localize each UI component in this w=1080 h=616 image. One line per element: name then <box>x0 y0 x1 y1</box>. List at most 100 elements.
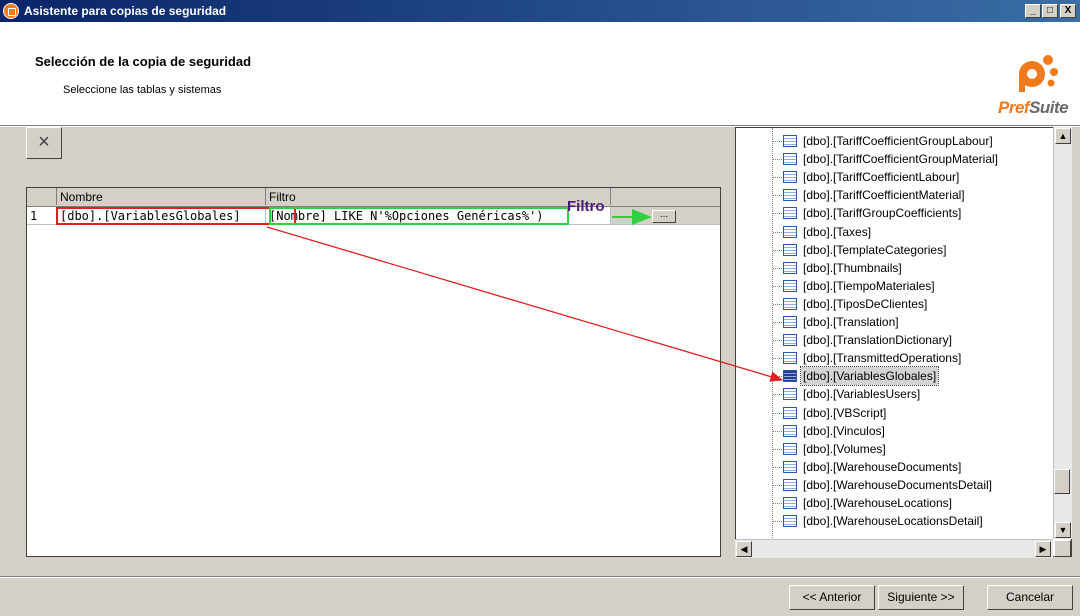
window-title: Asistente para copias de seguridad <box>24 4 227 18</box>
scroll-up-icon[interactable]: ▲ <box>1055 128 1071 144</box>
tree-connector <box>773 267 782 269</box>
tree-item-label: [dbo].[TariffGroupCoefficients] <box>803 206 962 221</box>
table-icon <box>783 334 797 347</box>
tree-connector <box>773 285 782 287</box>
table-icon <box>783 352 797 365</box>
prefsuite-logo: PrefSuite <box>998 52 1078 122</box>
cancel-button[interactable]: Cancelar <box>987 585 1073 610</box>
next-button[interactable]: Siguiente >> <box>878 585 964 610</box>
tree-item-label: [dbo].[TariffCoefficientLabour] <box>803 170 960 185</box>
table-icon <box>783 316 797 328</box>
tree-item-label: [dbo].[WarehouseLocationsDetail] <box>803 514 983 529</box>
tree-connector <box>773 376 782 378</box>
prefsuite-logo-text: PrefSuite <box>998 98 1069 117</box>
table-icon <box>783 497 797 509</box>
close-button[interactable]: X <box>1060 4 1076 18</box>
tree-item-label: [dbo].[VariablesGlobales] <box>799 366 940 387</box>
tree-item-label: [dbo].[VBScript] <box>803 405 887 420</box>
scroll-left-icon[interactable]: ◀ <box>736 541 752 557</box>
tree-connector <box>773 466 782 468</box>
tree-item-label: [dbo].[Thumbnails] <box>803 260 902 275</box>
footer-divider <box>0 576 1080 578</box>
delete-button[interactable]: × <box>26 127 62 159</box>
table-row[interactable]: 1 [dbo].[VariablesGlobales] [Nombre] LIK… <box>27 207 720 225</box>
tree-item-label: [dbo].[TranslationDictionary] <box>803 333 952 348</box>
tree-item-label: [dbo].[TiempoMateriales] <box>803 278 935 293</box>
filtro-annotation: Filtro <box>567 198 605 215</box>
filter-edit-button[interactable]: ... <box>652 210 676 223</box>
table-icon <box>783 279 797 292</box>
tree-item-label: [dbo].[TariffCoefficientGroupMaterial] <box>803 152 998 167</box>
prefsuite-logo-mark-icon <box>1019 55 1058 92</box>
table-icon <box>783 515 797 528</box>
scrollbar-thumb[interactable] <box>1054 469 1070 494</box>
tree-item-label: [dbo].[Taxes] <box>803 224 872 239</box>
tree-item-label: [dbo].[TemplateCategories] <box>803 242 947 257</box>
page-title: Selección de la copia de seguridad <box>35 54 252 69</box>
tree-item-label: [dbo].[Vinculos] <box>803 423 885 438</box>
tree-item-label: [dbo].[TariffCoefficientGroupLabour] <box>803 134 993 148</box>
tree-connector <box>773 448 782 450</box>
tree-connector <box>773 394 782 396</box>
tree-connector <box>773 358 782 360</box>
tree-connector <box>773 412 782 414</box>
tree-connector <box>773 213 782 215</box>
table-icon <box>783 171 797 184</box>
title-bar: Asistente para copias de seguridad _ □ X <box>0 0 1080 22</box>
table-icon <box>783 297 797 310</box>
table-icon <box>783 460 797 473</box>
tree-item-label: [dbo].[WarehouseDocuments] <box>803 459 962 474</box>
minimize-button[interactable]: _ <box>1025 4 1041 18</box>
scrollbar-corner <box>1054 540 1071 557</box>
tree-item-label: [dbo].[TransmittedOperations] <box>803 351 962 366</box>
table-icon <box>783 135 797 147</box>
highlight-nombre <box>56 207 296 225</box>
column-header-filtro[interactable]: Filtro <box>266 188 611 205</box>
tree-connector <box>773 484 782 486</box>
tree-connector <box>773 340 782 342</box>
tree-connector <box>773 521 782 523</box>
table-icon <box>783 207 797 220</box>
tree-connector <box>773 231 782 233</box>
table-tree[interactable]: [dbo].[TariffCoefficientGroupLabour] [dbo… <box>735 127 1072 557</box>
table-icon <box>783 370 797 383</box>
table-icon <box>783 225 797 238</box>
tree-horizontal-scrollbar[interactable]: ◀ ▶ <box>735 539 1053 558</box>
tree-connector <box>773 177 782 179</box>
tree-item-label: [dbo].[VariablesUsers] <box>803 387 921 402</box>
tree-item-label: [dbo].[TariffCoefficientMaterial] <box>803 188 965 203</box>
tree-connector <box>773 195 782 197</box>
table-icon <box>783 442 797 455</box>
wizard-header: Selección de la copia de seguridad Selec… <box>0 22 1080 125</box>
table-icon <box>783 189 797 202</box>
tree-item-label: [dbo].[WarehouseDocumentsDetail] <box>803 477 992 492</box>
table-icon <box>783 388 797 401</box>
tree-connector <box>773 303 782 305</box>
tree-item-label: [dbo].[TiposDeClientes] <box>803 296 928 311</box>
table-icon <box>783 261 797 274</box>
table-icon <box>783 424 797 437</box>
tree-item-label: [dbo].[Translation] <box>803 315 899 329</box>
grid-header: Nombre Filtro <box>27 188 720 207</box>
highlight-filtro <box>269 207 569 225</box>
scroll-right-icon[interactable]: ▶ <box>1035 541 1051 557</box>
tree-item-label: [dbo].[WarehouseLocations] <box>803 496 952 510</box>
row-number: 1 <box>27 207 57 225</box>
tree-connector-line <box>772 128 773 556</box>
maximize-button[interactable]: □ <box>1042 4 1058 18</box>
tree-connector <box>773 249 782 251</box>
table-icon <box>783 478 797 491</box>
tree-connector <box>773 430 782 432</box>
table-icon <box>783 406 797 419</box>
tree-connector <box>773 322 782 323</box>
grid-corner <box>27 188 57 205</box>
tree-connector <box>773 503 782 504</box>
page-subtitle: Seleccione las tablas y sistemas <box>63 84 222 96</box>
tree-connector <box>773 141 782 142</box>
tables-grid[interactable]: Nombre Filtro 1 [dbo].[VariablesGlobales… <box>26 187 721 557</box>
column-header-nombre[interactable]: Nombre <box>57 188 266 205</box>
table-icon <box>783 153 797 166</box>
scroll-down-icon[interactable]: ▼ <box>1055 522 1071 538</box>
tree-item-label: [dbo].[Volumes] <box>803 441 886 456</box>
back-button[interactable]: << Anterior <box>789 585 875 610</box>
